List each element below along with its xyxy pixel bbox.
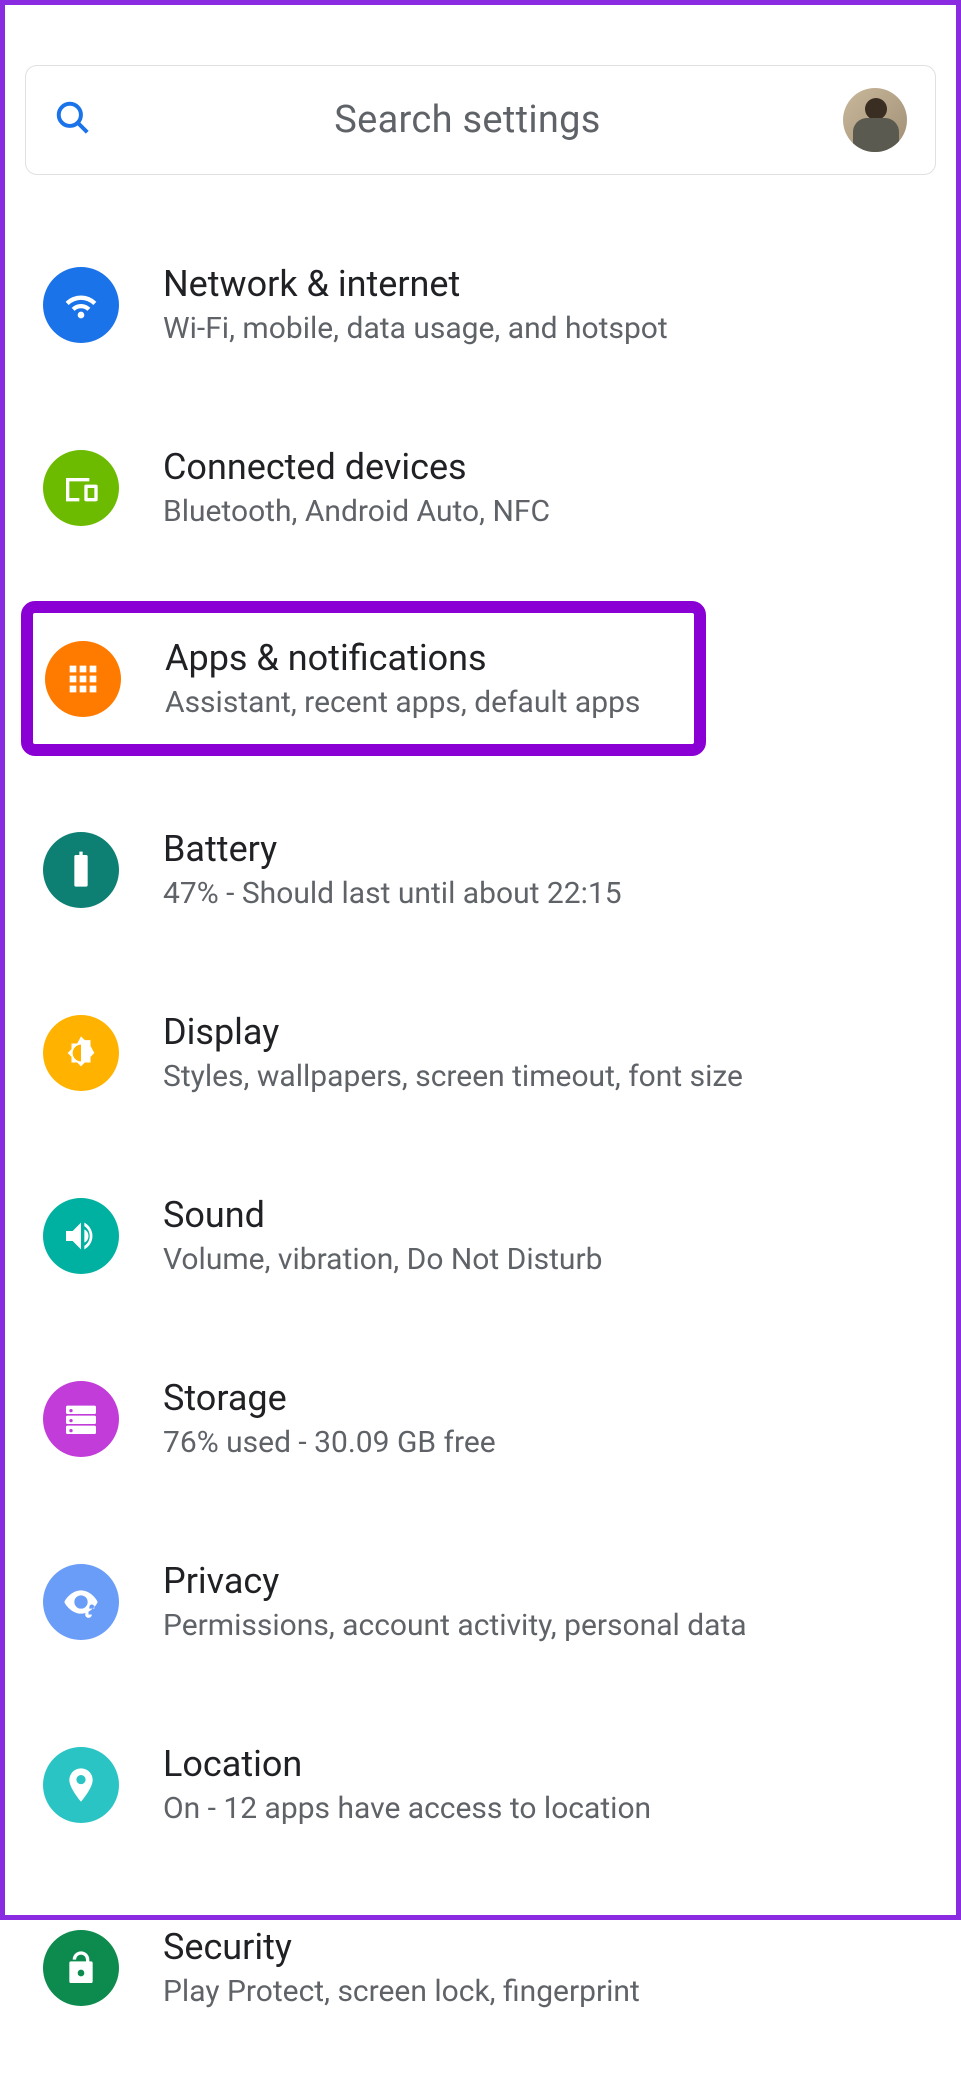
item-subtitle: Wi-Fi, mobile, data usage, and hotspot <box>163 311 668 346</box>
settings-item-volume[interactable]: Sound Volume, vibration, Do Not Disturb <box>25 1166 936 1305</box>
item-subtitle: Volume, vibration, Do Not Disturb <box>163 1242 602 1277</box>
settings-item-apps[interactable]: Apps & notifications Assistant, recent ap… <box>21 601 706 756</box>
search-placeholder: Search settings <box>112 98 823 142</box>
search-icon <box>54 99 92 141</box>
settings-item-wifi[interactable]: Network & internet Wi-Fi, mobile, data us… <box>25 235 936 374</box>
search-bar[interactable]: Search settings <box>25 65 936 175</box>
item-subtitle: 47% - Should last until about 22:15 <box>163 876 622 911</box>
item-subtitle: Styles, wallpapers, screen timeout, font… <box>163 1059 743 1094</box>
devices-icon <box>43 450 119 526</box>
item-title: Apps & notifications <box>165 637 640 679</box>
item-title: Location <box>163 1743 651 1785</box>
item-subtitle: Assistant, recent apps, default apps <box>165 685 640 720</box>
volume-icon <box>43 1198 119 1274</box>
settings-item-devices[interactable]: Connected devices Bluetooth, Android Auto… <box>25 418 936 557</box>
security-icon <box>43 1930 119 2006</box>
privacy-icon <box>43 1564 119 1640</box>
settings-item-security[interactable]: Security Play Protect, screen lock, finge… <box>25 1898 936 2037</box>
settings-item-storage[interactable]: Storage 76% used - 30.09 GB free <box>25 1349 936 1488</box>
settings-list: Network & internet Wi-Fi, mobile, data us… <box>25 235 936 2081</box>
location-icon <box>43 1747 119 1823</box>
item-title: Display <box>163 1011 743 1053</box>
profile-avatar[interactable] <box>843 88 907 152</box>
item-subtitle: On - 12 apps have access to location <box>163 1791 651 1826</box>
settings-item-battery[interactable]: Battery 47% - Should last until about 22:… <box>25 800 936 939</box>
item-subtitle: Permissions, account activity, personal … <box>163 1608 747 1643</box>
apps-icon <box>45 641 121 717</box>
item-title: Storage <box>163 1377 496 1419</box>
storage-icon <box>43 1381 119 1457</box>
item-subtitle: 76% used - 30.09 GB free <box>163 1425 496 1460</box>
settings-item-location[interactable]: Location On - 12 apps have access to loca… <box>25 1715 936 1854</box>
settings-item-privacy[interactable]: Privacy Permissions, account activity, pe… <box>25 1532 936 1671</box>
settings-item-brightness[interactable]: Display Styles, wallpapers, screen timeou… <box>25 983 936 1122</box>
item-title: Sound <box>163 1194 602 1236</box>
item-subtitle: Play Protect, screen lock, fingerprint <box>163 1974 640 2009</box>
item-title: Battery <box>163 828 622 870</box>
item-title: Network & internet <box>163 263 668 305</box>
item-subtitle: Bluetooth, Android Auto, NFC <box>163 494 550 529</box>
wifi-icon <box>43 267 119 343</box>
brightness-icon <box>43 1015 119 1091</box>
item-title: Privacy <box>163 1560 747 1602</box>
item-title: Connected devices <box>163 446 550 488</box>
item-title: Security <box>163 1926 640 1968</box>
battery-icon <box>43 832 119 908</box>
